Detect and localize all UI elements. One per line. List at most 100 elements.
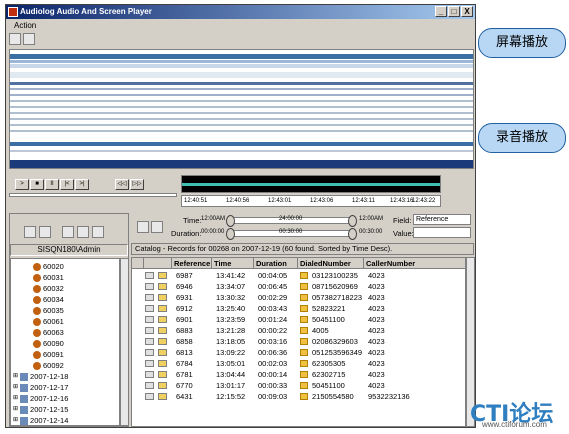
- tree-date[interactable]: ⊞ 2007-12-18: [13, 371, 68, 382]
- tree-agent[interactable]: 60020: [33, 261, 64, 272]
- tree-date[interactable]: ⊞ 2007-12-16: [13, 393, 68, 404]
- cell: 6781: [176, 370, 193, 379]
- speaker-icon: [158, 360, 167, 367]
- cell: 62305305: [312, 359, 346, 368]
- field-select[interactable]: Reference: [413, 214, 471, 225]
- binoculars-icon[interactable]: [137, 221, 149, 233]
- cell: 00:03:43: [258, 304, 288, 313]
- cell: 4023: [368, 370, 385, 379]
- forward-button[interactable]: ▷▷: [130, 179, 144, 190]
- header-dialed[interactable]: DialedNumber: [298, 258, 364, 269]
- agent-icon: [33, 295, 41, 304]
- agent-label: 60020: [43, 262, 64, 271]
- table-row[interactable]: 6931 13:30:32 00:02:29 057382718223 4023: [132, 292, 465, 303]
- stop-button[interactable]: ■: [30, 179, 44, 190]
- value-input[interactable]: [413, 227, 471, 238]
- cell: 52823221: [312, 304, 346, 313]
- header-reference[interactable]: Reference: [172, 258, 212, 269]
- tree-agent[interactable]: 60092: [33, 360, 64, 371]
- tree-agent[interactable]: 60091: [33, 349, 64, 360]
- cell: 00:04:05: [258, 271, 288, 280]
- cell: 00:06:36: [258, 348, 288, 357]
- header-caller[interactable]: CallerNumber: [364, 258, 465, 269]
- cell: 9532232136: [368, 392, 410, 401]
- audio-position-scroll[interactable]: [9, 193, 177, 197]
- cell: 4023: [368, 359, 385, 368]
- tree-agent[interactable]: 60061: [33, 316, 64, 327]
- time-from: 12:00AM: [201, 216, 226, 222]
- agent-icon: [33, 328, 41, 337]
- table-row[interactable]: 6813 13:09:22 00:06:36 051253596349 4023: [132, 347, 465, 358]
- toolbar-icon-2[interactable]: [23, 33, 35, 45]
- menu-action[interactable]: Action: [6, 20, 36, 31]
- header-icon: [132, 258, 144, 269]
- cell: 00:02:29: [258, 293, 288, 302]
- tree-scrollbar[interactable]: [120, 258, 129, 426]
- window-title: Audiolog Audio And Screen Player: [20, 7, 152, 16]
- sheet-icon[interactable]: [77, 226, 89, 238]
- time-tick: 12:43:22: [412, 198, 436, 204]
- clear-icon[interactable]: [151, 221, 163, 233]
- tree-date[interactable]: ⊞ 2007-12-14: [13, 415, 68, 425]
- table-row[interactable]: 6946 13:34:07 00:06:45 08715620969 4023: [132, 281, 465, 292]
- tree-agent[interactable]: 60032: [33, 283, 64, 294]
- tree-agent[interactable]: 60035: [33, 305, 64, 316]
- close-button[interactable]: X: [461, 6, 473, 17]
- maximize-button[interactable]: □: [448, 6, 460, 17]
- agent-icon: [33, 350, 41, 359]
- tree-agent[interactable]: 60090: [33, 338, 64, 349]
- agent-icon: [33, 361, 41, 370]
- filter-bar: Time: 12:00AM 24:00:00 12:00AM Duration:…: [131, 213, 474, 241]
- table-row[interactable]: 6901 13:23:59 00:01:24 50451100 4023: [132, 314, 465, 325]
- cell: 00:06:45: [258, 282, 288, 291]
- tree-agent[interactable]: 60034: [33, 294, 64, 305]
- list-icon[interactable]: [39, 226, 51, 238]
- header-time[interactable]: Time: [212, 258, 254, 269]
- time-label: Time:: [183, 216, 202, 225]
- table-row[interactable]: 6784 13:05:01 00:02:03 62305305 4023: [132, 358, 465, 369]
- toolbar-icon-1[interactable]: [9, 33, 21, 45]
- record-icon: [145, 294, 154, 301]
- cell: 13:23:59: [216, 315, 246, 324]
- agent-icon: [33, 284, 41, 293]
- cell: 6813: [176, 348, 193, 357]
- rewind-button[interactable]: ◁◁: [115, 179, 129, 190]
- table-row[interactable]: 6858 13:18:05 00:03:16 02086329603 4023: [132, 336, 465, 347]
- agent-label: 60092: [43, 361, 64, 370]
- minimize-button[interactable]: _: [435, 6, 447, 17]
- tree-date[interactable]: ⊞ 2007-12-17: [13, 382, 68, 393]
- cell: 13:09:22: [216, 348, 246, 357]
- tree-date[interactable]: ⊞ 2007-12-15: [13, 404, 68, 415]
- user-icon[interactable]: [24, 226, 36, 238]
- audio-timeline[interactable]: 12:40:51 12:40:56 12:43:01 12:43:06 12:4…: [181, 195, 441, 207]
- record-icon: [145, 349, 154, 356]
- cti-url: www.ctiforum.com: [482, 420, 547, 429]
- table-row[interactable]: 6912 13:25:40 00:03:43 52823221 4023: [132, 303, 465, 314]
- folder-icon: [300, 393, 308, 400]
- table-row[interactable]: 6883 13:21:28 00:00:22 4005 4023: [132, 325, 465, 336]
- tree-agent[interactable]: 60063: [33, 327, 64, 338]
- agent-icon: [33, 317, 41, 326]
- cell: 051253596349: [312, 348, 363, 357]
- table-row[interactable]: 6770 13:01:17 00:00:33 50451100 4023: [132, 380, 465, 391]
- pause-button[interactable]: II: [45, 179, 59, 190]
- agent-label: 60035: [43, 306, 64, 315]
- record-icon: [145, 316, 154, 323]
- calendar-icon: [20, 416, 29, 425]
- table-row[interactable]: 6431 12:15:52 00:09:03 2150554580 9532232136: [132, 391, 465, 402]
- prev-button[interactable]: |<: [60, 179, 74, 190]
- field-label: Field:: [393, 216, 412, 225]
- exit-icon[interactable]: [92, 226, 104, 238]
- next-button[interactable]: >|: [75, 179, 89, 190]
- table-row[interactable]: 6781 13:04:44 00:00:14 62302715 4023: [132, 369, 465, 380]
- cell: 6770: [176, 381, 193, 390]
- record-icon: [145, 338, 154, 345]
- waveform: [181, 175, 441, 193]
- tree-agent[interactable]: 60031: [33, 272, 64, 283]
- record-icon: [145, 283, 154, 290]
- cell: 4023: [368, 315, 385, 324]
- header-duration[interactable]: Duration: [254, 258, 298, 269]
- play-button[interactable]: >: [15, 179, 29, 190]
- table-row[interactable]: 6987 13:41:42 00:04:05 03123100235 4023: [132, 270, 465, 281]
- export-icon[interactable]: [62, 226, 74, 238]
